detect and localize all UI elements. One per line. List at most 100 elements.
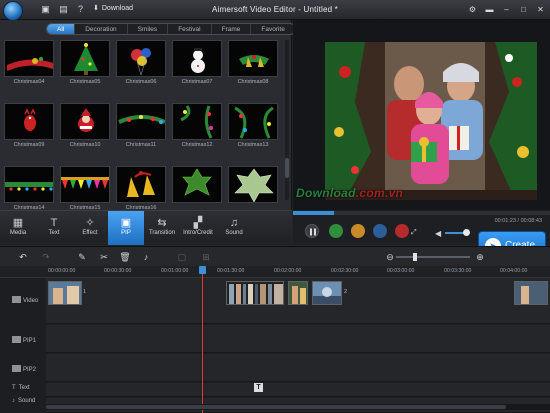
pip2-lane[interactable]: [46, 354, 550, 382]
text-lane[interactable]: [46, 383, 550, 397]
menu-icon[interactable]: ▬: [484, 4, 495, 15]
tab-decoration[interactable]: Decoration: [75, 24, 128, 34]
pip-item[interactable]: Christmas05: [60, 40, 110, 90]
pip-item[interactable]: Christmas06: [116, 40, 166, 90]
thumbnail-image: [116, 40, 166, 77]
pip-item[interactable]: Christmas09: [4, 103, 54, 153]
zoom-slider[interactable]: [396, 256, 470, 258]
wand-icon: ✧: [85, 217, 95, 229]
module-label: Media: [9, 230, 27, 236]
tab-smiles[interactable]: Smiles: [128, 24, 169, 34]
seek-bar[interactable]: [293, 211, 550, 215]
effect-button[interactable]: ✧ Effect: [72, 211, 108, 245]
delete-icon[interactable]: 🗑: [119, 251, 131, 263]
pip-item-label: Christmas06: [125, 79, 157, 85]
zoom-knob[interactable]: [413, 253, 417, 261]
intro-credit-button[interactable]: ▞ Intro/Credit: [180, 211, 216, 245]
cut-icon[interactable]: ✂: [98, 251, 110, 263]
text-button[interactable]: T Text: [36, 211, 72, 245]
snapshot-icon[interactable]: ▢: [176, 251, 188, 263]
record-red-button[interactable]: [395, 224, 409, 238]
thumbnail-image: [60, 40, 110, 77]
pip-item-label: Christmas13: [237, 142, 269, 148]
minimize-button[interactable]: –: [501, 4, 512, 15]
sound-button[interactable]: ♫ Sound: [216, 211, 252, 245]
tab-frame[interactable]: Frame: [212, 24, 252, 34]
thumbnail-image: [60, 103, 110, 140]
transition-button[interactable]: ⇆ Transition: [144, 211, 180, 245]
zoom-in-icon[interactable]: ⊕: [474, 251, 486, 263]
pip-item-label: Christmas07: [181, 79, 213, 85]
undo-icon[interactable]: ↶: [17, 251, 29, 263]
pip1-lane[interactable]: [46, 325, 550, 353]
module-label: Intro/Credit: [183, 230, 213, 236]
zoom-out-icon[interactable]: ⊖: [384, 251, 396, 263]
pip-item[interactable]: [172, 166, 222, 216]
video-clip[interactable]: [48, 281, 82, 305]
register-icon[interactable]: ⚙: [467, 4, 478, 15]
record-orange-button[interactable]: [351, 224, 365, 238]
maximize-button[interactable]: □: [518, 4, 529, 15]
track-name: PIP1: [23, 338, 37, 344]
library-scrollbar[interactable]: [285, 40, 289, 200]
pause-icon: [310, 228, 316, 236]
thumbnail-image: [116, 103, 166, 140]
pip-item[interactable]: Christmas14: [4, 166, 54, 216]
video-clip[interactable]: [288, 281, 308, 305]
video-clip[interactable]: [312, 281, 342, 305]
edit-icon[interactable]: ✎: [76, 251, 88, 263]
tab-favorite[interactable]: Favorite: [251, 24, 294, 34]
text-clip-marker[interactable]: T: [254, 383, 263, 392]
volume-knob[interactable]: [463, 229, 470, 236]
pip-item[interactable]: Christmas07: [172, 40, 222, 90]
timeline-scrollbar[interactable]: [46, 404, 550, 410]
pip-item[interactable]: Christmas15: [60, 166, 110, 216]
thumbnail-image: [116, 166, 166, 203]
time-ruler[interactable]: 00:00:00:00 00:00:30:00 00:01:00:00 00:0…: [0, 266, 550, 278]
text-track-icon: T: [12, 385, 16, 391]
pip-item[interactable]: Christmas10: [60, 103, 110, 153]
pip-item[interactable]: Christmas12: [172, 103, 222, 153]
tab-all[interactable]: All: [47, 24, 76, 34]
close-button[interactable]: ✕: [535, 4, 546, 15]
volume-icon[interactable]: ◀: [435, 229, 441, 238]
playhead-handle[interactable]: [199, 266, 206, 274]
pip-item-label: Christmas05: [69, 79, 101, 85]
thumbnail-image: [4, 166, 54, 203]
play-pause-button[interactable]: [305, 224, 319, 238]
record-green-button[interactable]: [329, 224, 343, 238]
watermark-suffix: .com.vn: [355, 186, 404, 200]
ruler-tick: 00:00:30:00: [104, 268, 132, 274]
ruler-tick: 00:03:30:00: [444, 268, 472, 274]
redo-icon[interactable]: ↷: [40, 251, 52, 263]
pip-item[interactable]: Christmas11: [116, 103, 166, 153]
thumbnail-image: [4, 40, 54, 77]
record-blue-button[interactable]: [373, 224, 387, 238]
title-bar: ▣ ▤ ? ⬇ Download Aimersoft Video Editor -…: [0, 0, 550, 21]
tab-festival[interactable]: Festival: [168, 24, 212, 34]
text-icon: T: [50, 217, 58, 229]
pip-item[interactable]: Christmas08: [228, 40, 278, 90]
video-clip[interactable]: [514, 281, 548, 305]
preview-video[interactable]: [325, 42, 537, 200]
pip-button[interactable]: ▣ PIP: [108, 211, 144, 245]
pip-item[interactable]: Christmas13: [228, 103, 278, 153]
microphone-icon[interactable]: ♪: [140, 251, 152, 263]
playhead-line[interactable]: [202, 266, 203, 413]
track-label-video: Video: [0, 296, 46, 304]
pip-item-label: Christmas12: [181, 142, 213, 148]
video-lane[interactable]: 1 2: [46, 278, 550, 324]
pip-item[interactable]: Christmas16: [116, 166, 166, 216]
pip-item[interactable]: Christmas04: [4, 40, 54, 90]
pip-item[interactable]: [228, 166, 278, 216]
pip-item-label: Christmas10: [69, 142, 101, 148]
app-window: ▣ ▤ ? ⬇ Download Aimersoft Video Editor -…: [0, 0, 550, 413]
split-icon[interactable]: ⊞: [200, 251, 212, 263]
video-clip-group[interactable]: [226, 281, 284, 305]
pip-icon: ▣: [120, 217, 132, 229]
media-button[interactable]: ▦ Media: [0, 211, 36, 245]
ruler-tick: 00:04:00:00: [500, 268, 528, 274]
fullscreen-icon[interactable]: ⤢: [411, 229, 417, 237]
track-name: PIP2: [23, 367, 37, 373]
thumbnail-image: [228, 40, 278, 77]
